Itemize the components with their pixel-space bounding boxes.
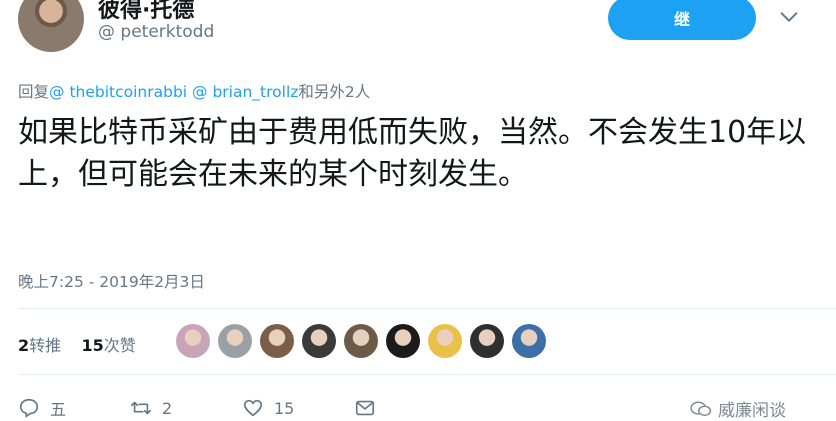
reply-user-link-2[interactable]: @ brian_trollz bbox=[192, 83, 298, 101]
tweet-actions: 五 2 15 bbox=[18, 396, 376, 420]
watermark: 威廉闲谈 bbox=[690, 396, 786, 421]
retweet-icon bbox=[131, 401, 151, 415]
likes-stat[interactable]: 15次赞 bbox=[82, 336, 136, 355]
tweet-text: 如果比特币采矿由于费用低而失败，当然。不会发生10年以上，但可能会在未来的某个时… bbox=[18, 115, 807, 192]
divider bbox=[18, 308, 836, 309]
liker-avatar[interactable] bbox=[218, 324, 252, 358]
reply-user-link-1[interactable]: @ thebitcoinrabbi bbox=[49, 83, 187, 101]
liker-avatar[interactable] bbox=[512, 324, 546, 358]
reply-others[interactable]: 和另外2人 bbox=[298, 83, 370, 101]
liker-avatar[interactable] bbox=[260, 324, 294, 358]
display-name[interactable]: 彼得·托德 bbox=[98, 0, 194, 24]
heart-icon bbox=[243, 399, 263, 417]
liker-avatar[interactable] bbox=[386, 324, 420, 358]
liker-avatar[interactable] bbox=[176, 324, 210, 358]
avatar[interactable] bbox=[18, 0, 84, 52]
liker-avatar[interactable] bbox=[344, 324, 378, 358]
tweet-timestamp[interactable]: 晚上7:25 - 2019年2月3日 bbox=[18, 270, 205, 292]
like-count: 15 bbox=[274, 398, 295, 418]
likes-count: 15 bbox=[81, 336, 104, 355]
divider bbox=[18, 374, 836, 375]
retweet-action[interactable]: 2 bbox=[130, 397, 242, 419]
watermark-text: 威廉闲谈 bbox=[718, 401, 786, 421]
mail-icon bbox=[355, 400, 375, 416]
reply-prefix: 回复 bbox=[18, 83, 50, 101]
follow-button-label: 继 bbox=[673, 12, 690, 29]
chevron-down-icon[interactable] bbox=[778, 6, 800, 28]
like-action[interactable]: 15 bbox=[242, 397, 354, 419]
retweet-count: 2 bbox=[162, 398, 173, 418]
liker-avatar[interactable] bbox=[302, 324, 336, 358]
message-action[interactable] bbox=[354, 397, 376, 419]
wechat-icon bbox=[690, 401, 712, 416]
reply-action[interactable]: 五 bbox=[18, 396, 130, 420]
follow-button[interactable]: 继 bbox=[608, 0, 756, 40]
handle[interactable]: @ peterktodd bbox=[98, 22, 214, 42]
liker-avatar[interactable] bbox=[428, 324, 462, 358]
engagement-stats: 2转推 15次赞 bbox=[18, 332, 136, 356]
likers-avatars bbox=[176, 324, 546, 358]
liker-avatar[interactable] bbox=[470, 324, 504, 358]
retweets-count: 2 bbox=[18, 336, 30, 355]
retweets-stat[interactable]: 2转推 bbox=[18, 336, 61, 355]
likes-label: 次赞 bbox=[103, 336, 136, 355]
reply-count: 五 bbox=[50, 400, 67, 419]
reply-icon bbox=[19, 398, 39, 418]
retweets-label: 转推 bbox=[29, 336, 62, 355]
reply-context: 回复@ thebitcoinrabbi @ brian_trollz和另外2人 bbox=[18, 80, 370, 102]
